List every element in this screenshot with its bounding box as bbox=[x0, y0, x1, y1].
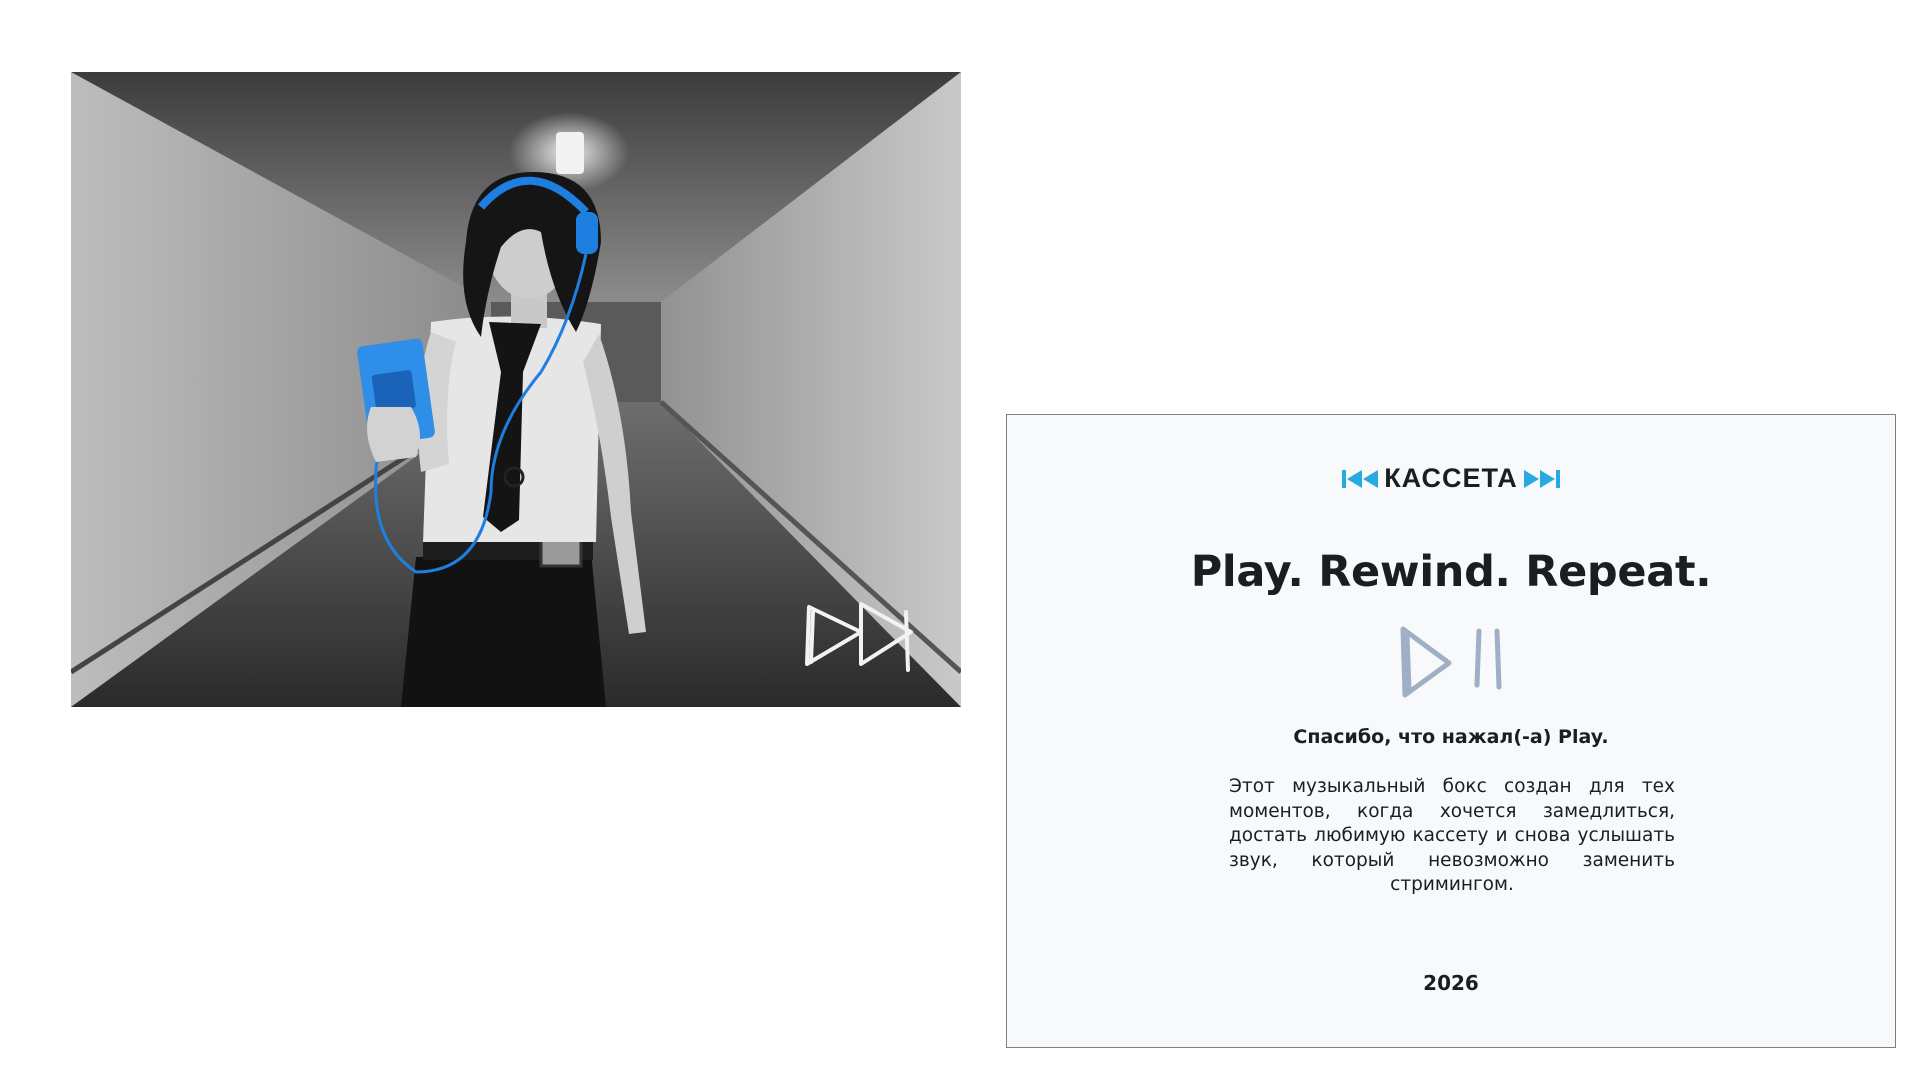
fast-forward-icon bbox=[1523, 469, 1560, 488]
description-text: Этот музыкальный бокс создан для тех мом… bbox=[1229, 776, 1675, 895]
play-pause-icon bbox=[1400, 626, 1502, 698]
brand-logo: КАССЕТА bbox=[1007, 463, 1895, 494]
page: КАССЕТА Play. Rewind. Repeat. Спасибо, ч… bbox=[0, 0, 1920, 1080]
logo-text: КАССЕТА bbox=[1384, 463, 1518, 493]
headline: Play. Rewind. Repeat. bbox=[1190, 547, 1712, 597]
postcard: КАССЕТА Play. Rewind. Repeat. Спасибо, ч… bbox=[1006, 414, 1896, 1048]
photo-illustration bbox=[71, 72, 961, 707]
corridor-photo bbox=[71, 72, 961, 707]
thanks-line: Спасибо, что нажал(-а) Play. bbox=[1293, 726, 1609, 748]
rewind-icon bbox=[1342, 469, 1379, 488]
year-label: 2026 bbox=[1423, 971, 1479, 995]
